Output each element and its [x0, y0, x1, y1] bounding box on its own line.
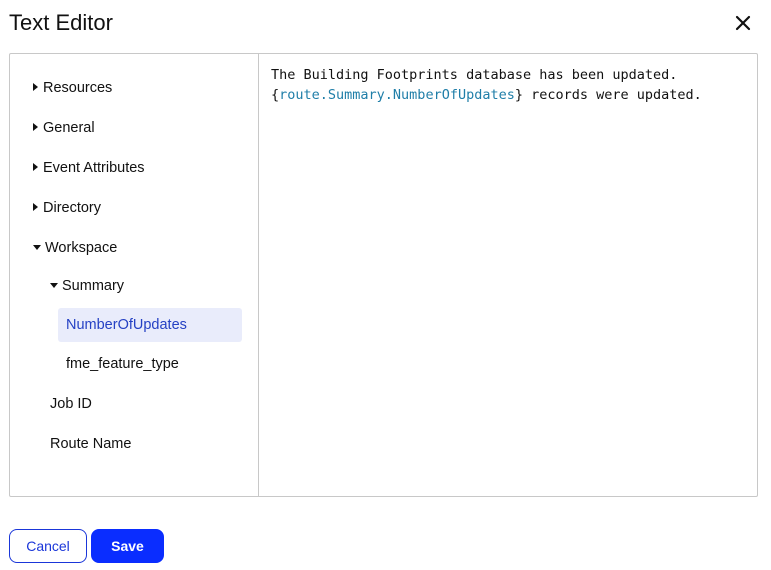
tree-item-resources[interactable]: Resources — [33, 71, 112, 105]
open-brace: { — [271, 87, 280, 103]
caret-right-icon — [33, 83, 38, 92]
editor-line-1: The Building Footprints database has bee… — [271, 67, 678, 83]
tree-item-route-name[interactable]: Route Name — [50, 427, 131, 461]
tree-item-label: Workspace — [45, 240, 118, 256]
tree-item-label: Directory — [43, 200, 102, 216]
close-icon — [735, 15, 751, 31]
tree-item-fme-feature-type[interactable]: fme_feature_type — [66, 347, 179, 381]
tree-item-workspace[interactable]: Workspace — [33, 231, 117, 265]
attribute-tree: Resources General Event Attributes Direc… — [10, 54, 259, 496]
tree-item-label: fme_feature_type — [66, 356, 179, 372]
dialog-title: Text Editor — [9, 10, 113, 35]
tree-item-label: General — [43, 120, 95, 136]
tree-item-job-id[interactable]: Job ID — [50, 387, 92, 421]
caret-down-icon — [33, 244, 41, 250]
cancel-button[interactable]: Cancel — [9, 529, 87, 563]
tree-item-label: Event Attributes — [43, 160, 145, 176]
close-button[interactable] — [732, 12, 754, 34]
tree-item-general[interactable]: General — [33, 111, 95, 145]
tree-item-directory[interactable]: Directory — [33, 191, 101, 225]
caret-down-icon — [50, 282, 58, 288]
text-editor-area[interactable]: The Building Footprints database has bee… — [271, 65, 702, 105]
save-button[interactable]: Save — [91, 529, 164, 563]
tree-item-number-of-updates[interactable]: NumberOfUpdates — [58, 308, 242, 342]
tree-item-event-attributes[interactable]: Event Attributes — [33, 151, 145, 185]
caret-right-icon — [33, 203, 38, 212]
caret-right-icon — [33, 163, 38, 172]
tree-item-label: Summary — [62, 278, 125, 294]
tree-item-label: Resources — [43, 80, 113, 96]
editor-line-2-rest: } records were updated. — [514, 87, 702, 103]
tree-item-summary[interactable]: Summary — [50, 269, 124, 303]
caret-right-icon — [33, 123, 38, 132]
tree-item-label: Job ID — [50, 396, 92, 412]
tree-item-label: Route Name — [50, 436, 132, 452]
editor-variable-token[interactable]: route.Summary.NumberOfUpdates — [279, 87, 515, 103]
tree-item-label: NumberOfUpdates — [66, 317, 187, 333]
editor-panel: Resources General Event Attributes Direc… — [9, 53, 758, 497]
